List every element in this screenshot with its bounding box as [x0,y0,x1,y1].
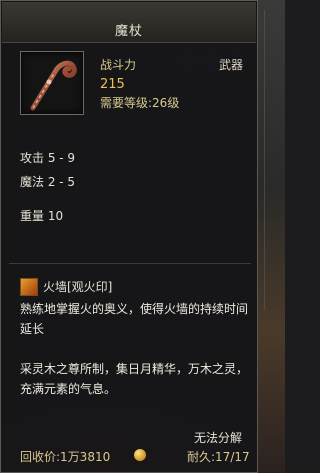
required-level: 需要等级:26级 [100,96,180,110]
skill-name: 火墙[观火印] [43,280,113,294]
stat-weight: 重量 10 [20,209,64,223]
item-type: 武器 [219,58,244,72]
skill-description: 熟练地掌握火的奥义，使得火墙的持续时间延长 [20,302,249,336]
item-icon-slot [20,51,84,115]
divider [9,263,251,264]
durability: 耐久:17/17 [187,450,250,464]
power-label: 战斗力 [100,58,137,72]
item-tooltip: 魔杖 战斗力 215 需要等级:26级 武器 攻击 5 - 9 魔法 2 - 5… [0,0,258,473]
tooltip-titlebar: 魔杖 [2,2,256,43]
background-window-edge [258,0,285,473]
item-lore: 采灵木之尊所制，集日月精华，万木之灵，充满元素的气息。 [20,362,249,396]
stat-magic: 魔法 2 - 5 [20,175,76,189]
power-value: 215 [100,77,125,92]
gold-coin-icon [134,449,146,461]
fire-wall-icon [20,278,38,296]
staff-icon [30,60,77,111]
cannot-decompose: 无法分解 [194,431,243,445]
recycle-price: 回收价:1万3810 [20,450,111,464]
stat-attack: 攻击 5 - 9 [20,151,76,165]
item-name: 魔杖 [114,24,143,39]
